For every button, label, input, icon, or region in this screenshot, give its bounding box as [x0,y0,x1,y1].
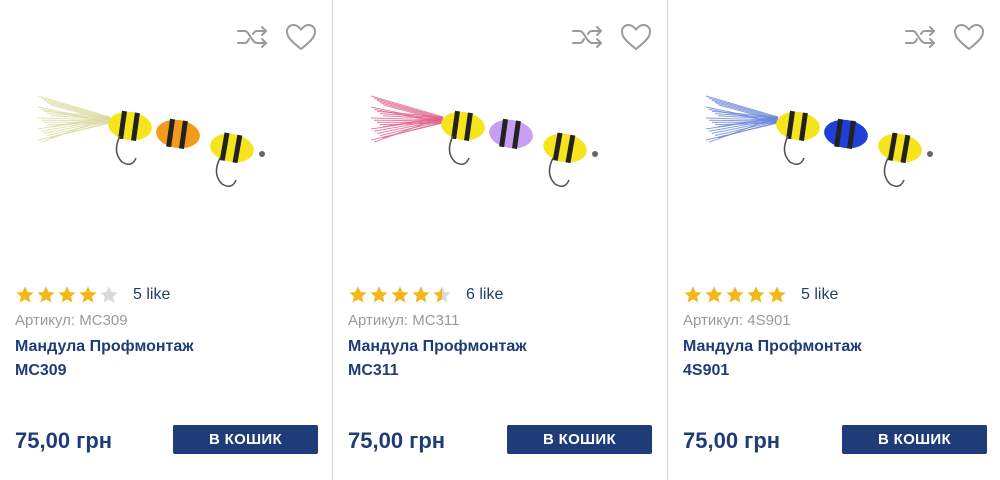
product-card[interactable]: 6 like Артикул: MC311 Мандула Профмонтаж… [333,0,668,480]
product-title[interactable]: Мандула Профмонтаж 4S901 [683,335,943,383]
likes-count: 6 like [466,286,504,303]
card-actions [571,20,653,54]
star-icon [100,286,118,303]
sku-label: Артикул: MC311 [348,312,460,329]
star-icon [705,286,723,303]
product-title-line2[interactable]: 4S901 [683,359,943,383]
product-title[interactable]: Мандула Профмонтаж MC309 [15,335,275,383]
add-to-cart-button[interactable]: В КОШИК [507,425,652,454]
wishlist-heart-icon[interactable] [952,20,986,54]
rating: 5 like [15,285,170,305]
rating: 6 like [348,285,503,305]
wishlist-heart-icon[interactable] [284,20,318,54]
likes-count: 5 like [133,286,171,303]
sku-label: Артикул: MC309 [15,312,128,329]
card-actions [904,20,986,54]
price: 75,00 грн [683,428,781,453]
product-title-line1[interactable]: Мандула Профмонтаж [683,335,943,359]
rating-stars [15,285,119,305]
star-icon [16,286,34,303]
card-actions [236,20,318,54]
star-icon [433,286,451,303]
star-icon [768,286,786,303]
rating-stars [683,285,787,305]
compare-icon[interactable] [904,20,938,54]
rating: 5 like [683,285,838,305]
star-icon [58,286,76,303]
product-card[interactable]: 5 like Артикул: MC309 Мандула Профмонтаж… [0,0,333,480]
compare-icon[interactable] [571,20,605,54]
product-grid: 5 like Артикул: MC309 Мандула Профмонтаж… [0,0,1000,480]
product-image[interactable] [363,86,623,196]
product-image[interactable] [30,86,290,196]
sku-label: Артикул: 4S901 [683,312,791,329]
compare-icon[interactable] [236,20,270,54]
star-icon [726,286,744,303]
product-card[interactable]: 5 like Артикул: 4S901 Мандула Профмонтаж… [668,0,1000,480]
star-icon [412,286,430,303]
star-icon [684,286,702,303]
rating-stars [348,285,452,305]
add-to-cart-button[interactable]: В КОШИК [842,425,987,454]
product-title-line1[interactable]: Мандула Профмонтаж [348,335,608,359]
product-title-line1[interactable]: Мандула Профмонтаж [15,335,275,359]
add-to-cart-button[interactable]: В КОШИК [173,425,318,454]
star-icon [391,286,409,303]
star-icon [747,286,765,303]
product-image[interactable] [698,86,958,196]
likes-count: 5 like [801,286,839,303]
product-title-line2[interactable]: MC309 [15,359,275,383]
star-icon [37,286,55,303]
product-title[interactable]: Мандула Профмонтаж MC311 [348,335,608,383]
wishlist-heart-icon[interactable] [619,20,653,54]
product-title-line2[interactable]: MC311 [348,359,608,383]
star-icon [79,286,97,303]
price: 75,00 грн [348,428,446,453]
star-icon [349,286,367,303]
price: 75,00 грн [15,428,113,453]
star-icon [370,286,388,303]
